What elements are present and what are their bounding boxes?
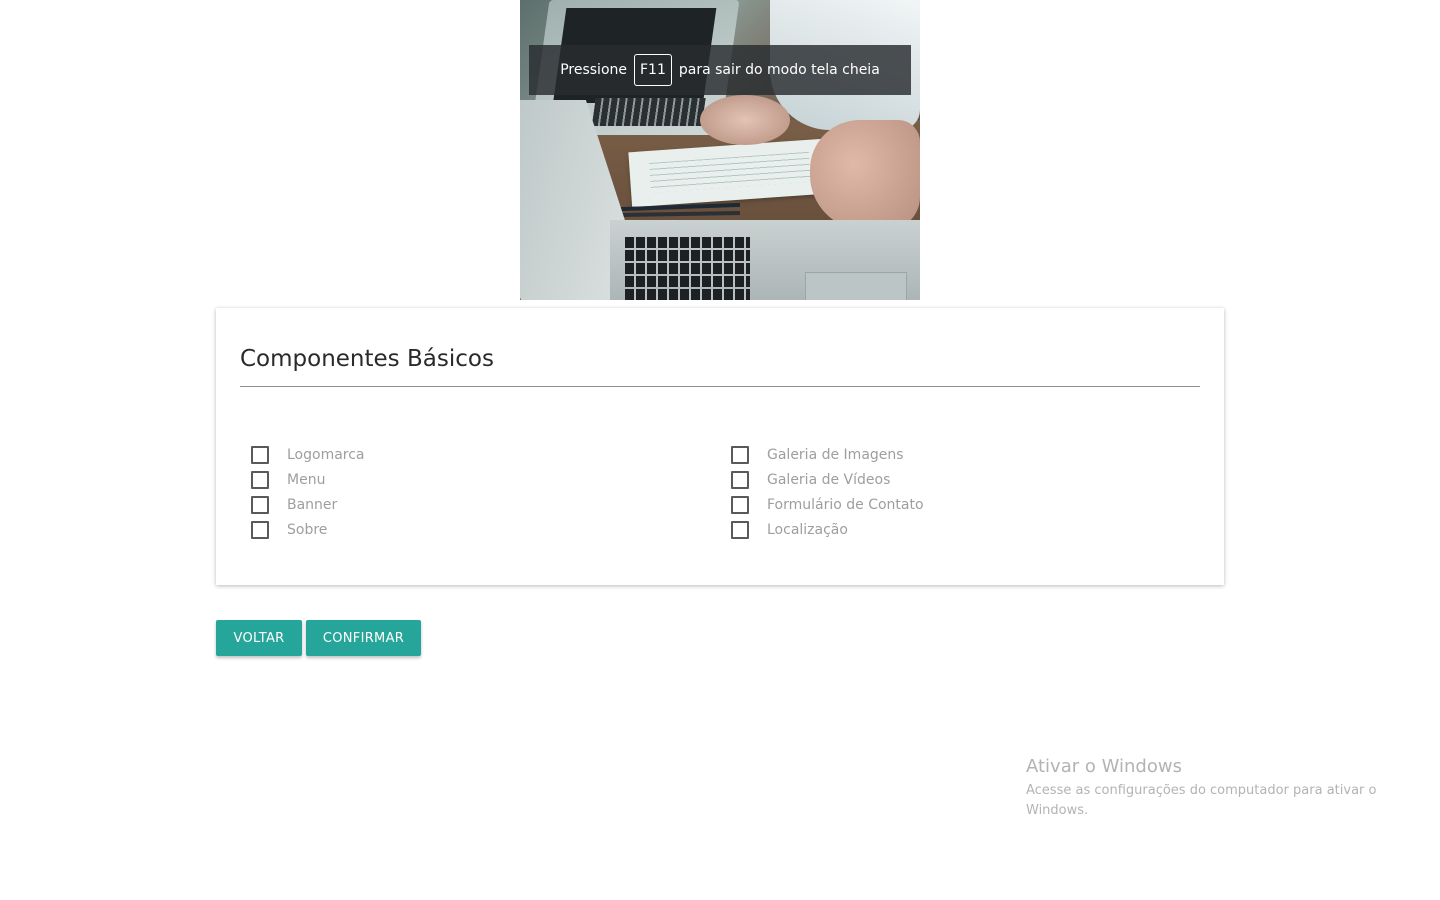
fullscreen-notice-prefix: Pressione [560,62,627,78]
components-card: Componentes Básicos Logomarca Menu Banne… [216,308,1224,585]
checkbox[interactable] [251,520,269,539]
checkbox[interactable] [251,470,269,489]
f11-key-badge: F11 [634,54,672,86]
back-button[interactable]: VOLTAR [216,620,302,656]
watermark-title: Ativar o Windows [1026,756,1182,777]
option-localizacao[interactable]: Localização [731,517,924,542]
option-label[interactable]: Banner [287,497,337,513]
fullscreen-notice-suffix: para sair do modo tela cheia [678,62,880,78]
option-label[interactable]: Sobre [287,522,327,538]
section-title: Componentes Básicos [240,346,494,372]
option-label[interactable]: Galeria de Imagens [767,447,904,463]
windows-activation-watermark: Ativar o Windows Acesse as configurações… [1026,756,1406,821]
option-label[interactable]: Menu [287,472,325,488]
option-galeria-videos[interactable]: Galeria de Vídeos [731,467,924,492]
option-formulario-contato[interactable]: Formulário de Contato [731,492,924,517]
option-label[interactable]: Galeria de Vídeos [767,472,890,488]
option-logomarca[interactable]: Logomarca [251,442,365,467]
checkbox[interactable] [251,445,269,464]
divider [240,386,1200,387]
watermark-subtitle: Acesse as configurações do computador pa… [1026,783,1377,818]
checkbox[interactable] [731,495,749,514]
checkbox[interactable] [731,445,749,464]
option-label[interactable]: Localização [767,522,848,538]
option-sobre[interactable]: Sobre [251,517,365,542]
checkbox[interactable] [731,520,749,539]
fullscreen-notice: Pressione F11 para sair do modo tela che… [529,45,911,95]
options-right-column: Galeria de Imagens Galeria de Vídeos For… [731,442,924,542]
option-galeria-imagens[interactable]: Galeria de Imagens [731,442,924,467]
options-left-column: Logomarca Menu Banner Sobre [251,442,365,542]
checkbox[interactable] [731,470,749,489]
option-label[interactable]: Logomarca [287,447,365,463]
option-label[interactable]: Formulário de Contato [767,497,924,513]
option-menu[interactable]: Menu [251,467,365,492]
checkbox[interactable] [251,495,269,514]
page: Pressione F11 para sair do modo tela che… [0,0,1440,900]
confirm-button[interactable]: CONFIRMAR [306,620,421,656]
option-banner[interactable]: Banner [251,492,365,517]
